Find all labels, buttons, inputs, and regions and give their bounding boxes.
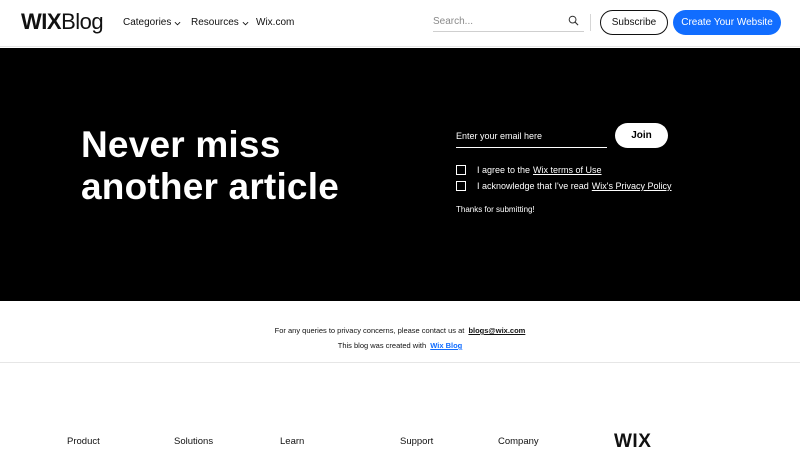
privacy-contact-line: For any queries to privacy concerns, ple… (0, 326, 800, 336)
subscribe-button[interactable]: Subscribe (600, 10, 668, 35)
nav-resources[interactable]: Resources (191, 17, 249, 29)
create-website-button[interactable]: Create Your Website (673, 10, 781, 35)
join-button[interactable]: Join (615, 123, 668, 148)
privacy-consent-text: I acknowledge that I've read (477, 181, 589, 191)
newsletter-heading: Never miss another article (81, 124, 339, 207)
created-with-text: This blog was created with (337, 341, 427, 350)
nav-categories[interactable]: Categories (123, 17, 181, 29)
nav-resources-label: Resources (191, 17, 239, 28)
email-input[interactable] (456, 129, 607, 143)
logo-blog-text: Blog (61, 9, 104, 34)
search-input[interactable] (433, 14, 558, 28)
terms-consent-row: I agree to the Wix terms of Use (456, 164, 602, 176)
privacy-contact-text: For any queries to privacy concerns, ple… (274, 326, 465, 335)
site-header: WIXBlog Categories Resources Wix.com Sub… (0, 0, 800, 47)
footer-product[interactable]: Product (67, 436, 100, 447)
email-field-wrapper (456, 126, 607, 148)
footer-wix-logo[interactable]: WIX (614, 431, 651, 450)
contact-info-section: For any queries to privacy concerns, ple… (0, 301, 800, 363)
nav-wixcom-label: Wix.com (256, 17, 295, 28)
privacy-consent-row: I acknowledge that I've read Wix's Priva… (456, 180, 672, 192)
newsletter-section: Never miss another article Join I agree … (0, 48, 800, 301)
chevron-down-icon (174, 21, 181, 25)
logo-wix-text: WIX (21, 9, 62, 34)
footer-company[interactable]: Company (498, 436, 539, 447)
search-icon[interactable] (568, 15, 579, 26)
header-divider (590, 14, 591, 31)
created-with-line: This blog was created with Wix Blog (0, 341, 800, 351)
chevron-down-icon (242, 21, 249, 25)
wix-blog-logo[interactable]: WIXBlog (21, 9, 104, 35)
terms-of-use-link[interactable]: Wix terms of Use (533, 164, 602, 176)
wix-blog-link[interactable]: Wix Blog (430, 341, 462, 350)
terms-consent-text: I agree to the (477, 165, 531, 175)
search-box (433, 11, 584, 32)
footer-learn[interactable]: Learn (280, 436, 304, 447)
footer-support[interactable]: Support (400, 436, 433, 447)
footer-solutions[interactable]: Solutions (174, 436, 213, 447)
nav-categories-label: Categories (123, 17, 172, 28)
contact-email-link[interactable]: blogs@wix.com (468, 326, 525, 335)
privacy-policy-link[interactable]: Wix's Privacy Policy (592, 180, 672, 192)
submission-confirmation: Thanks for submitting! (456, 205, 535, 214)
privacy-checkbox[interactable] (456, 181, 466, 191)
terms-checkbox[interactable] (456, 165, 466, 175)
nav-wixcom-link[interactable]: Wix.com (256, 17, 294, 29)
